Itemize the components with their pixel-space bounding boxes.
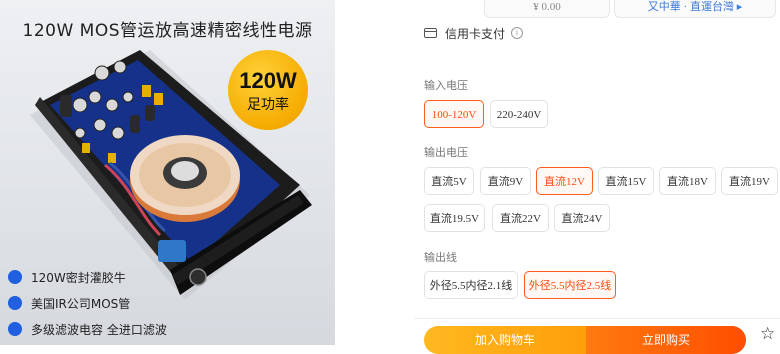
action-bar: 加入购物车 立即购买 ☆ xyxy=(414,318,780,354)
option-output-cable[interactable]: 外径5.5内径2.5线 xyxy=(524,271,616,299)
option-input-voltage[interactable]: 220-240V xyxy=(490,100,548,128)
feature-text: 美国IR公司MOS管 xyxy=(31,296,131,311)
star-icon[interactable]: ☆ xyxy=(760,324,775,344)
feature-item: 120W密封灌胶牛 xyxy=(8,264,167,290)
option-output-voltage[interactable]: 直流18V xyxy=(659,167,716,195)
option-output-voltage[interactable]: 直流5V xyxy=(424,167,474,195)
feature-text: 多级滤波电容 全进口滤波 xyxy=(31,322,167,337)
option-output-cable[interactable]: 外径5.5内径2.1线 xyxy=(424,271,518,299)
shipping-link[interactable]: 又中華 · 直運台灣 ▸ xyxy=(614,0,776,18)
output-voltage-label: 输出电压 xyxy=(424,147,468,159)
buy-now-button[interactable]: 立即购买 xyxy=(586,326,746,354)
price-box: ¥ 0.00 xyxy=(484,0,610,18)
payment-label: 信用卡支付 xyxy=(445,26,506,41)
sku-options-panel: ¥ 0.00 又中華 · 直運台灣 ▸ 信用卡支付 i 输入电压 100-120… xyxy=(414,0,780,354)
credit-card-icon xyxy=(424,28,437,38)
option-output-voltage[interactable]: 直流12V xyxy=(536,167,593,195)
output-cable-label: 输出线 xyxy=(424,252,457,264)
option-output-voltage[interactable]: 直流15V xyxy=(598,167,654,195)
feature-item: 多级滤波电容 全进口滤波 xyxy=(8,316,167,342)
badge-wattage: 120W xyxy=(239,68,297,93)
feature-text: 120W密封灌胶牛 xyxy=(31,270,126,285)
feature-list: 120W密封灌胶牛 美国IR公司MOS管 多级滤波电容 全进口滤波 xyxy=(8,264,167,342)
bullet-dot-icon xyxy=(8,322,22,336)
info-icon[interactable]: i xyxy=(511,27,524,39)
action-bar-divider xyxy=(414,318,780,321)
input-voltage-label: 输入电压 xyxy=(424,80,468,92)
payment-method[interactable]: 信用卡支付 i xyxy=(424,25,524,41)
feature-item: 美国IR公司MOS管 xyxy=(8,290,167,316)
product-image[interactable]: 120W MOS管运放高速精密线性电源 120W 足功率 120W密封灌胶牛 美… xyxy=(0,0,335,345)
option-output-voltage[interactable]: 直流19V xyxy=(721,167,778,195)
bullet-dot-icon xyxy=(8,270,22,284)
option-output-voltage[interactable]: 直流22V xyxy=(492,204,549,232)
option-output-voltage[interactable]: 直流19.5V xyxy=(424,204,485,232)
option-input-voltage[interactable]: 100-120V xyxy=(424,100,484,128)
option-output-voltage[interactable]: 直流9V xyxy=(480,167,531,195)
bullet-dot-icon xyxy=(8,296,22,310)
option-output-voltage[interactable]: 直流24V xyxy=(554,204,610,232)
badge-caption: 足功率 xyxy=(247,97,289,113)
add-to-cart-button[interactable]: 加入购物车 xyxy=(424,326,586,354)
power-badge: 120W 足功率 xyxy=(228,50,308,130)
image-title: 120W MOS管运放高速精密线性电源 xyxy=(22,21,313,41)
